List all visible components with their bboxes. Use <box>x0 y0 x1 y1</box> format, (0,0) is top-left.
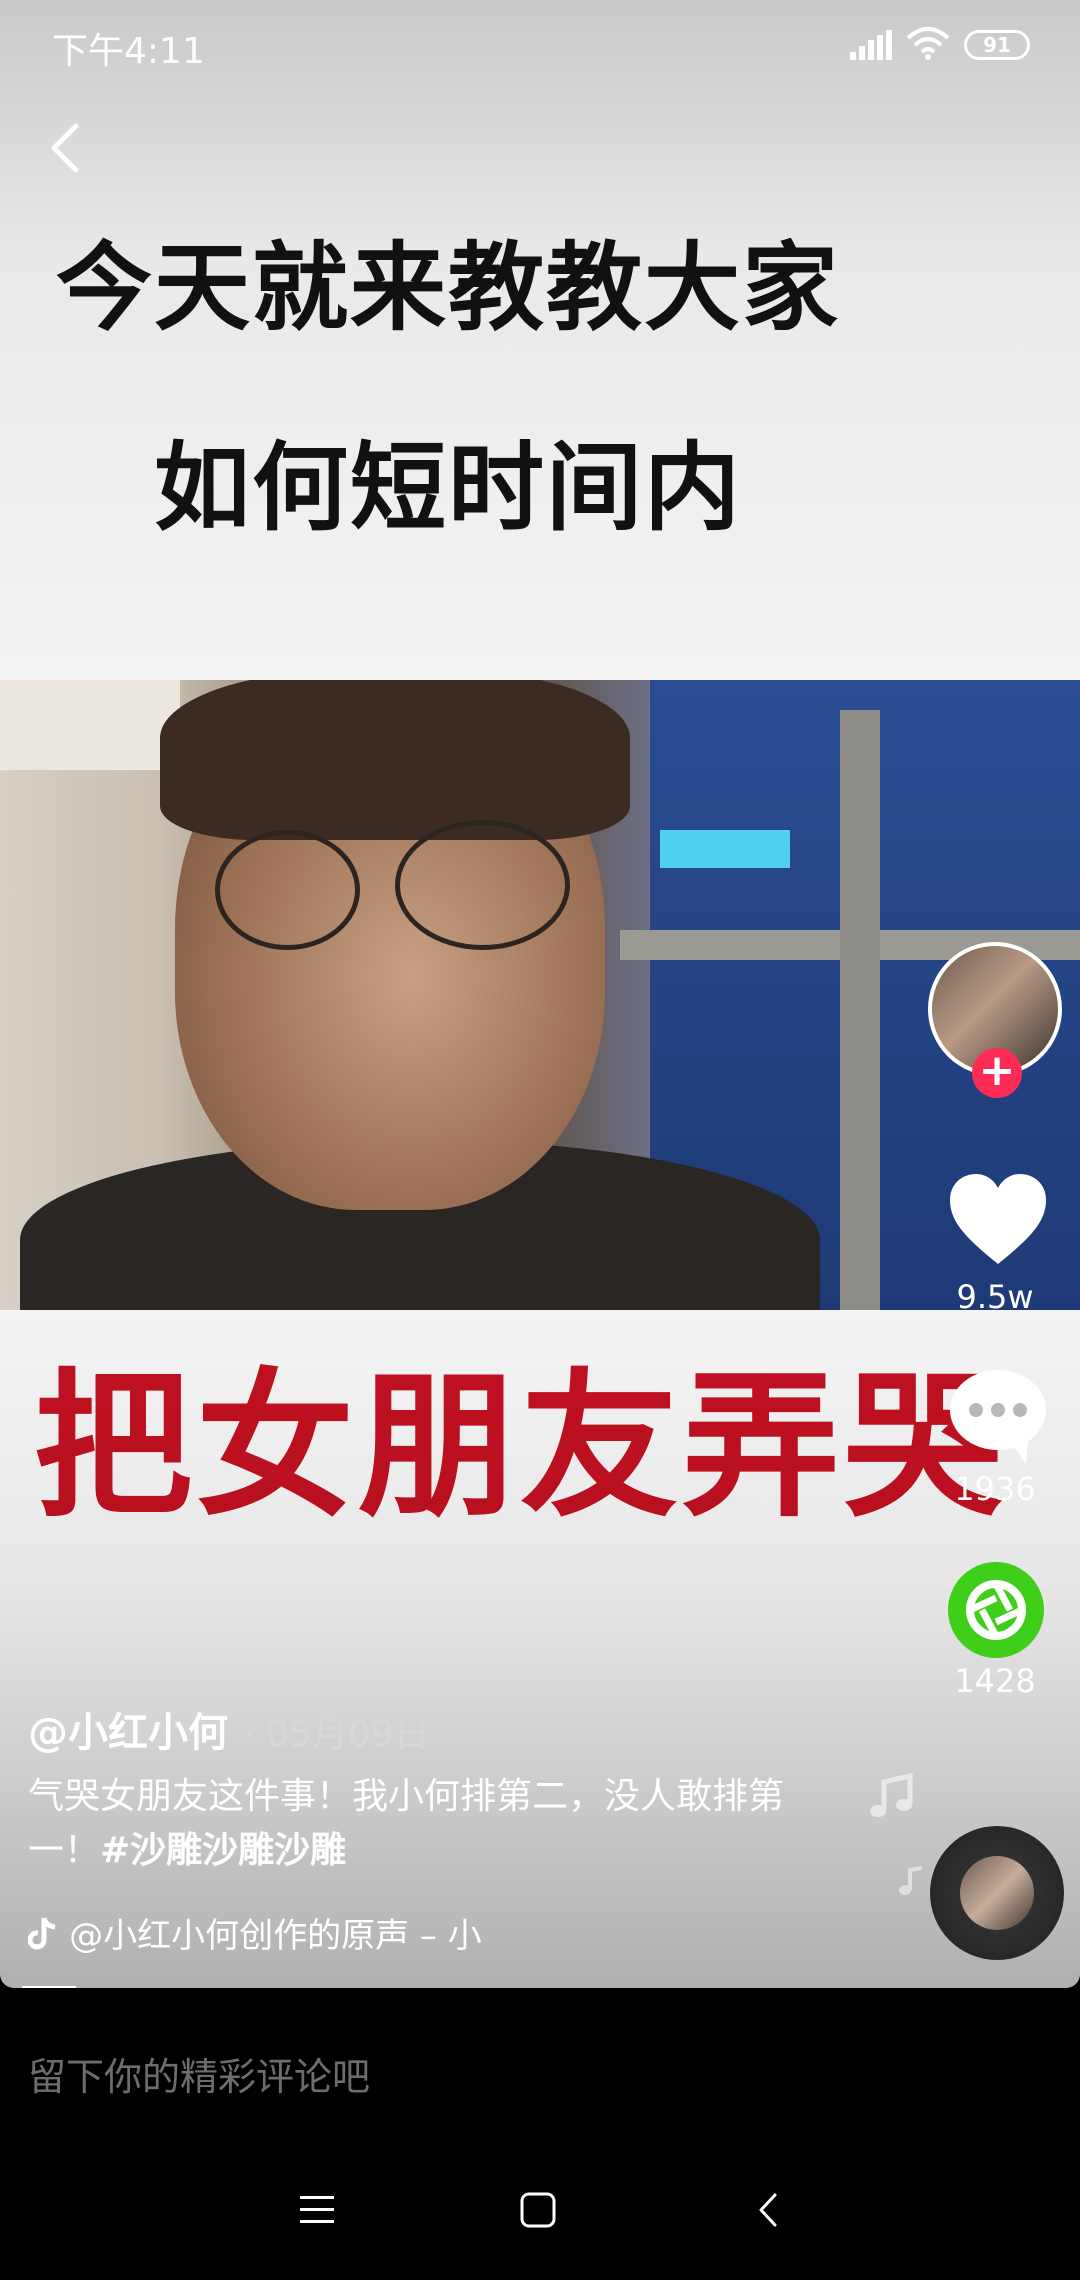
music-note-small-icon <box>899 1866 923 1895</box>
share-count: 1428 <box>954 1662 1036 1700</box>
like-count: 9.5w <box>956 1278 1034 1316</box>
music-note-icon <box>870 1772 913 1817</box>
window-post <box>840 710 880 1310</box>
author-line: @小红小何 · 05月09日 <box>28 1700 430 1758</box>
comment-count: 1936 <box>954 1470 1036 1508</box>
comment-input[interactable]: 留下你的精彩评论吧 <box>28 2046 370 2101</box>
video-frame <box>0 680 1080 1310</box>
video-progress-bar <box>22 1986 76 1988</box>
follow-button[interactable]: + <box>972 1048 1022 1098</box>
music-title: @小红小何创作的原声 – 小 <box>69 1916 482 1956</box>
wifi-icon <box>906 27 950 60</box>
post-description: 气哭女朋友这件事！我小何排第二，没人敢排第一！#沙雕沙雕沙雕 <box>28 1770 818 1878</box>
air-conditioner <box>0 680 180 770</box>
author-name[interactable]: @小红小何 <box>28 1710 228 1756</box>
status-bar: 下午4:11 91 <box>0 0 1080 96</box>
glasses-right <box>395 820 570 950</box>
menu-icon[interactable] <box>300 2196 334 2224</box>
music-disc[interactable] <box>930 1826 1064 1960</box>
battery-icon: 91 <box>964 30 1030 60</box>
music-line[interactable]: @小红小何创作的原声 – 小 <box>28 1908 482 1957</box>
comment-icon[interactable] <box>946 1366 1050 1466</box>
share-icon[interactable] <box>948 1562 1044 1658</box>
post-date: · 05月09日 <box>243 1714 430 1755</box>
back-arrow-icon[interactable] <box>40 118 92 178</box>
tiktok-note-icon <box>28 1916 56 1949</box>
video-player[interactable]: 下午4:11 91 今天就来教教大家 如何短时间内 把女朋友弄哭 + 9.5w … <box>0 0 1080 1988</box>
home-icon[interactable] <box>520 2192 556 2228</box>
status-time: 下午4:11 <box>52 31 205 72</box>
heart-icon[interactable] <box>946 1172 1050 1268</box>
hashtag-link[interactable]: #沙雕沙雕沙雕 <box>100 1830 346 1871</box>
video-caption-line-1: 今天就来教教大家 <box>56 232 840 344</box>
window-light <box>660 830 790 868</box>
video-caption-red: 把女朋友弄哭 <box>34 1355 1006 1539</box>
person-hair <box>160 680 630 840</box>
nav-back-icon[interactable] <box>756 2192 780 2228</box>
screen: 下午4:11 91 今天就来教教大家 如何短时间内 把女朋友弄哭 + 9.5w … <box>0 0 1080 2280</box>
music-disc-cover <box>960 1856 1034 1930</box>
video-caption-line-2: 如何短时间内 <box>154 432 742 544</box>
signal-icon <box>850 30 892 60</box>
glasses-left <box>215 830 360 950</box>
